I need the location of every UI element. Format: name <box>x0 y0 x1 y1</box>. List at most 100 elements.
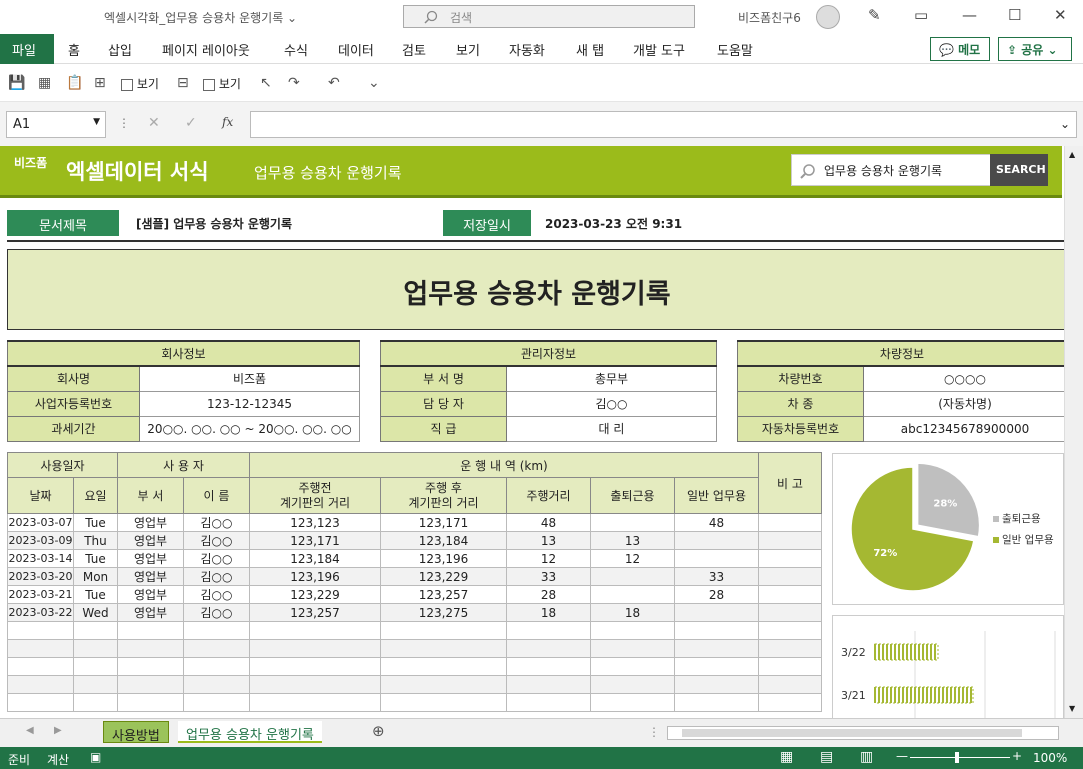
checkbox-icon[interactable] <box>121 78 133 91</box>
table-cell[interactable] <box>506 675 591 694</box>
table-cell[interactable]: 123,196 <box>380 549 507 568</box>
table-cell[interactable]: 영업부 <box>117 531 184 550</box>
scroll-up-icon[interactable]: ▲ <box>1069 150 1075 159</box>
table-cell[interactable]: 12 <box>506 549 591 568</box>
table-cell[interactable] <box>73 639 118 658</box>
cell[interactable]: (자동차명) <box>863 390 1064 417</box>
paste-icon[interactable]: 📋 <box>66 75 83 91</box>
table-cell[interactable] <box>117 657 184 676</box>
cell[interactable]: abc12345678900000 <box>863 415 1064 442</box>
table-cell[interactable] <box>590 657 675 676</box>
more-icon[interactable]: ⋮ <box>648 725 660 739</box>
table-cell[interactable] <box>117 693 184 712</box>
table-cell[interactable] <box>7 693 74 712</box>
tab-insert[interactable]: 삽입 <box>108 40 132 59</box>
table-cell[interactable] <box>590 675 675 694</box>
sheet-tab-log[interactable]: 업무용 승용차 운행기록 <box>178 721 322 743</box>
table-cell[interactable] <box>506 639 591 658</box>
table-cell[interactable]: 123,257 <box>380 585 507 604</box>
minimize-icon[interactable]: — <box>962 6 977 24</box>
status-calc[interactable]: 계산 <box>47 751 69 768</box>
table-cell[interactable] <box>183 693 250 712</box>
table-cell[interactable] <box>7 621 74 640</box>
banner-search-input[interactable]: 업무용 승용차 운행기록 <box>791 154 991 186</box>
zoom-slider[interactable] <box>910 757 1010 758</box>
table-cell[interactable]: 123,229 <box>380 567 507 586</box>
pen-icon[interactable]: ✎ <box>868 6 881 24</box>
zoom-in-icon[interactable]: + <box>1012 749 1022 763</box>
table-cell[interactable] <box>183 621 250 640</box>
cancel-icon[interactable]: ✕ <box>148 115 160 131</box>
table-cell[interactable] <box>249 693 381 712</box>
zoom-out-icon[interactable]: — <box>896 749 908 763</box>
table-cell[interactable]: 2023-03-20 <box>7 567 74 586</box>
table-cell[interactable]: 18 <box>506 603 591 622</box>
table-icon[interactable]: ⊟ <box>177 75 189 91</box>
name-box[interactable]: A1 ▼ <box>6 111 106 138</box>
table-cell[interactable]: 김○○ <box>183 585 250 604</box>
table-cell[interactable]: 123,171 <box>249 531 381 550</box>
bar-chart[interactable]: 3/22 3/21 <box>832 615 1064 718</box>
table-cell[interactable] <box>380 675 507 694</box>
table-cell[interactable]: 123,229 <box>249 585 381 604</box>
table-cell[interactable] <box>249 639 381 658</box>
table-cell[interactable] <box>7 675 74 694</box>
ribbon-display-icon[interactable]: ▭ <box>914 6 928 24</box>
table-cell[interactable] <box>7 657 74 676</box>
table-cell[interactable] <box>758 549 822 568</box>
table-cell[interactable]: 영업부 <box>117 513 184 532</box>
table-cell[interactable] <box>758 675 822 694</box>
table-cell[interactable]: 김○○ <box>183 531 250 550</box>
scroll-thumb[interactable] <box>682 729 1022 737</box>
view-checkbox-2[interactable]: 보기 <box>203 75 241 92</box>
table-cell[interactable]: 123,184 <box>380 531 507 550</box>
table-cell[interactable] <box>758 603 822 622</box>
table-cell[interactable] <box>506 657 591 676</box>
table-cell[interactable]: 김○○ <box>183 603 250 622</box>
worksheet[interactable]: 비즈폼 엑셀데이터 서식 업무용 승용차 운행기록 업무용 승용차 운행기록 S… <box>0 146 1064 718</box>
table-cell[interactable] <box>758 585 822 604</box>
table-cell[interactable] <box>380 639 507 658</box>
table-cell[interactable] <box>506 693 591 712</box>
table-cell[interactable] <box>674 693 759 712</box>
table-cell[interactable]: 28 <box>674 585 759 604</box>
document-title[interactable]: 엑셀시각화_업무용 승용차 운행기록 ⌄ <box>104 9 297 26</box>
table-cell[interactable] <box>758 639 822 658</box>
tab-automate[interactable]: 자동화 <box>509 40 545 59</box>
table-cell[interactable] <box>117 675 184 694</box>
search-button[interactable]: SEARCH <box>990 154 1048 186</box>
cell[interactable]: 김○○ <box>506 390 717 417</box>
table-cell[interactable] <box>183 675 250 694</box>
table-cell[interactable] <box>183 639 250 658</box>
add-sheet-icon[interactable]: ⊕ <box>372 722 385 740</box>
format-icon[interactable]: ▦ <box>38 75 51 91</box>
table-cell[interactable] <box>758 567 822 586</box>
table-cell[interactable]: Thu <box>73 531 118 550</box>
table-cell[interactable] <box>506 621 591 640</box>
table-cell[interactable] <box>674 675 759 694</box>
table-cell[interactable] <box>590 693 675 712</box>
customize-icon[interactable]: ⌄ <box>368 75 380 91</box>
tab-review[interactable]: 검토 <box>402 40 426 59</box>
tab-data[interactable]: 데이터 <box>338 40 374 59</box>
table-cell[interactable] <box>117 621 184 640</box>
chevron-down-icon[interactable]: ▼ <box>93 117 100 127</box>
tab-page-layout[interactable]: 페이지 레이아웃 <box>162 40 250 59</box>
grid-icon[interactable]: ⊞ <box>94 75 106 91</box>
sheet-tab-guide[interactable]: 사용방법 <box>103 721 169 744</box>
table-cell[interactable]: 123,196 <box>249 567 381 586</box>
table-cell[interactable] <box>73 693 118 712</box>
scroll-down-icon[interactable]: ▼ <box>1069 704 1075 713</box>
view-checkbox-1[interactable]: 보기 <box>121 75 159 92</box>
table-cell[interactable] <box>674 639 759 658</box>
tab-help[interactable]: 도움말 <box>717 40 753 59</box>
table-cell[interactable] <box>758 621 822 640</box>
table-cell[interactable] <box>590 513 675 532</box>
table-cell[interactable]: 영업부 <box>117 567 184 586</box>
tab-new[interactable]: 새 탭 <box>576 40 604 59</box>
maximize-icon[interactable]: ☐ <box>1008 6 1021 24</box>
table-cell[interactable] <box>758 513 822 532</box>
tab-developer[interactable]: 개발 도구 <box>633 40 685 59</box>
tab-prev-icon[interactable]: ◀ <box>26 725 34 736</box>
cell[interactable]: ○○○○ <box>863 365 1064 392</box>
